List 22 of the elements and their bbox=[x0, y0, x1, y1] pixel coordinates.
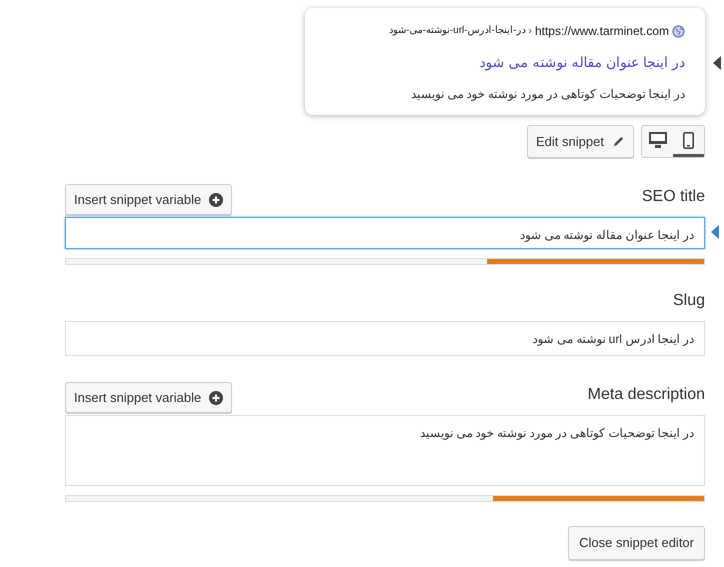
insert-variable-button[interactable]: Insert snippet variable bbox=[65, 382, 232, 413]
meta-description-field[interactable]: در اینجا توضحیات کوتاهی در مورد نوشته خود می نویسید bbox=[65, 415, 705, 486]
preview-path: در-اینجا-ادرس-url-نوشته-می-شود bbox=[389, 24, 526, 38]
focus-pointer-icon bbox=[711, 225, 719, 239]
field-label: SEO title bbox=[642, 187, 705, 207]
close-editor-button[interactable]: Close snippet editor bbox=[568, 526, 705, 560]
pointer-icon bbox=[713, 56, 721, 70]
desktop-icon bbox=[648, 132, 666, 148]
globe-icon bbox=[672, 24, 685, 38]
preview-description: در اینجا توضحیات کوتاهی در مورد نوشته خود می نویسید bbox=[410, 86, 685, 103]
pencil-icon bbox=[612, 135, 625, 148]
plus-circle-icon bbox=[209, 390, 224, 404]
edit-snippet-button[interactable]: Edit snippet bbox=[527, 125, 634, 158]
field-label: Slug bbox=[672, 291, 705, 311]
breadcrumb-separator: › bbox=[528, 24, 532, 38]
preview-title[interactable]: در اینجا عنوان مقاله نوشته می شود bbox=[325, 52, 685, 73]
phone-icon bbox=[683, 132, 694, 148]
slug-field[interactable]: در اینجا ادرس url نوشته می شود bbox=[65, 321, 705, 356]
preview-url: https://www.tarminet.com bbox=[534, 24, 669, 38]
plus-circle-icon bbox=[209, 192, 224, 206]
insert-variable-button[interactable]: Insert snippet variable bbox=[65, 184, 232, 215]
field-label: Meta description bbox=[588, 385, 705, 405]
